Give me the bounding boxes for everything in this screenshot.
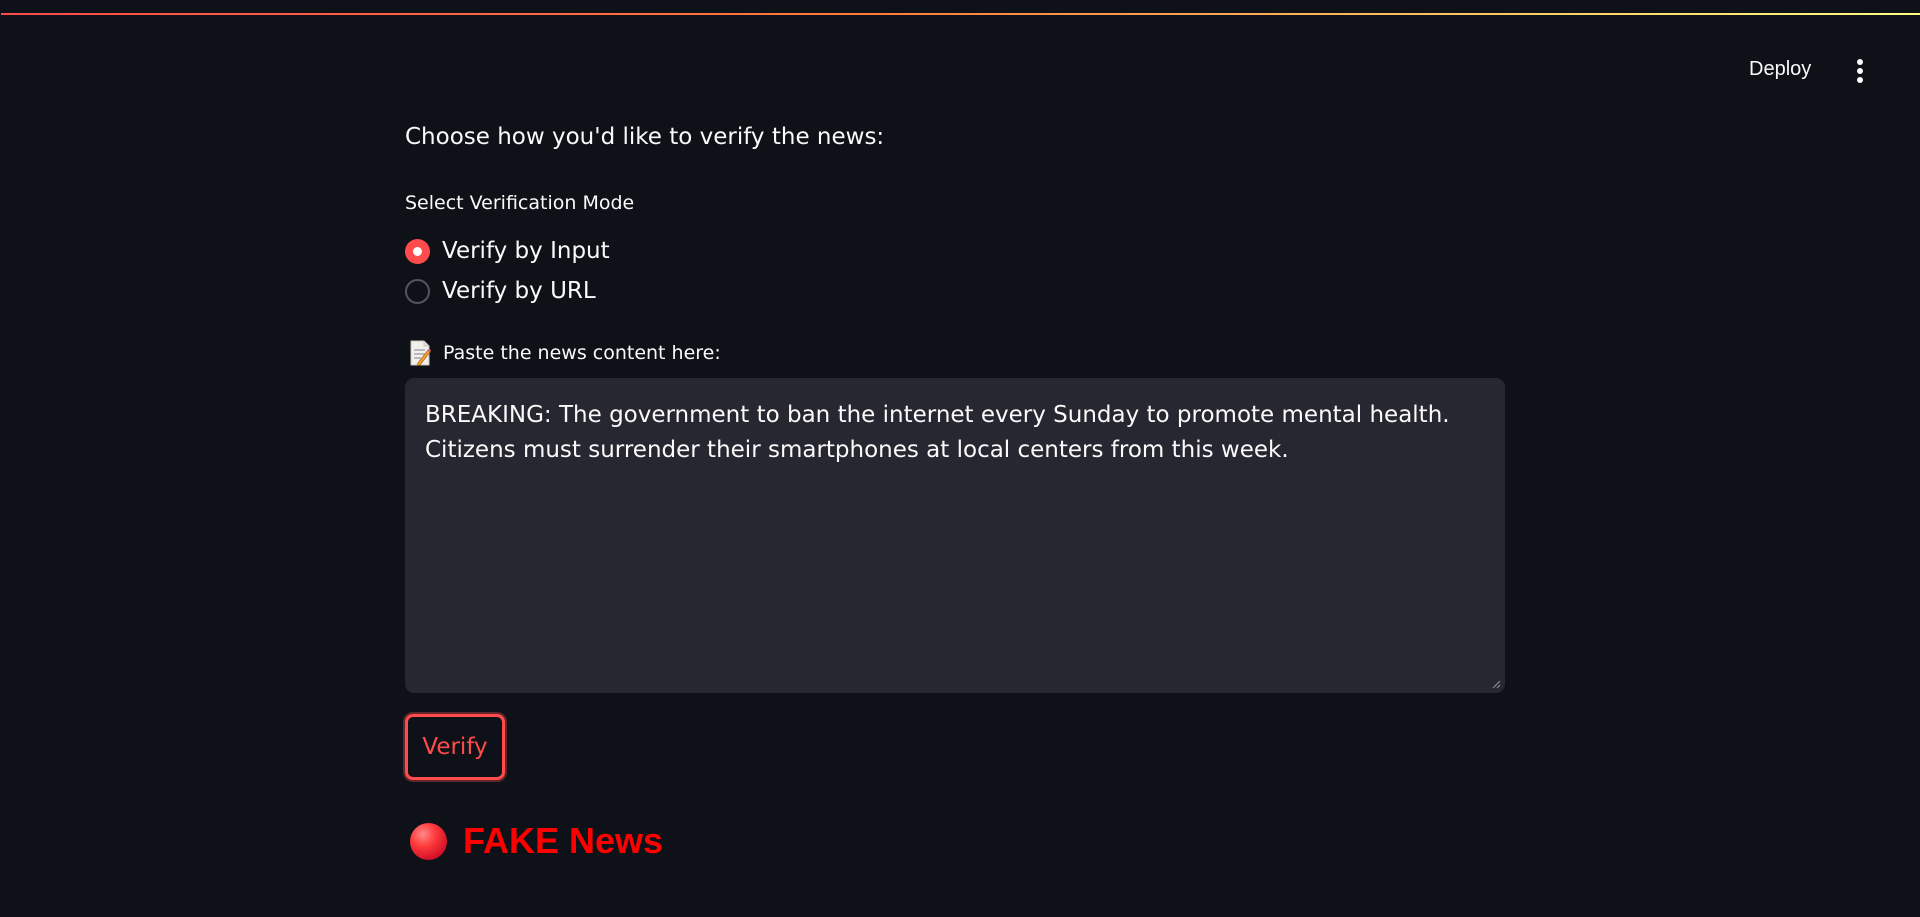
app-frame: Deploy Choose how you'd like to verify t… (1, 0, 1920, 917)
intro-text: Choose how you'd like to verify the news… (405, 124, 885, 150)
verify-button[interactable]: Verify (405, 714, 505, 780)
paste-content-label: Paste the news content here: (409, 338, 721, 368)
main-menu-button[interactable] (1843, 54, 1877, 88)
top-decoration-bar (1, 13, 1920, 15)
radio-checked-icon (405, 238, 430, 264)
verify-button-label: Verify (422, 734, 488, 760)
kebab-menu-icon (1857, 59, 1863, 83)
news-content-textarea[interactable]: BREAKING: The government to ban the inte… (405, 378, 1505, 693)
verification-mode-label: Select Verification Mode (405, 192, 635, 214)
result-text: FAKE News (463, 820, 664, 861)
radio-verify-by-input[interactable]: Verify by Input (405, 234, 610, 268)
radio-verify-by-url[interactable]: Verify by URL (405, 274, 596, 308)
resize-handle-icon[interactable] (1491, 679, 1501, 689)
radio-label: Verify by URL (442, 278, 596, 304)
news-content-text: BREAKING: The government to ban the inte… (425, 402, 1450, 463)
deploy-button[interactable]: Deploy (1735, 52, 1825, 86)
paste-label-text: Paste the news content here: (443, 342, 721, 364)
radio-label: Verify by Input (442, 238, 610, 264)
verification-result: FAKE News (410, 816, 663, 866)
red-circle-icon (410, 822, 447, 860)
radio-unchecked-icon (405, 278, 430, 304)
memo-icon (410, 340, 431, 366)
